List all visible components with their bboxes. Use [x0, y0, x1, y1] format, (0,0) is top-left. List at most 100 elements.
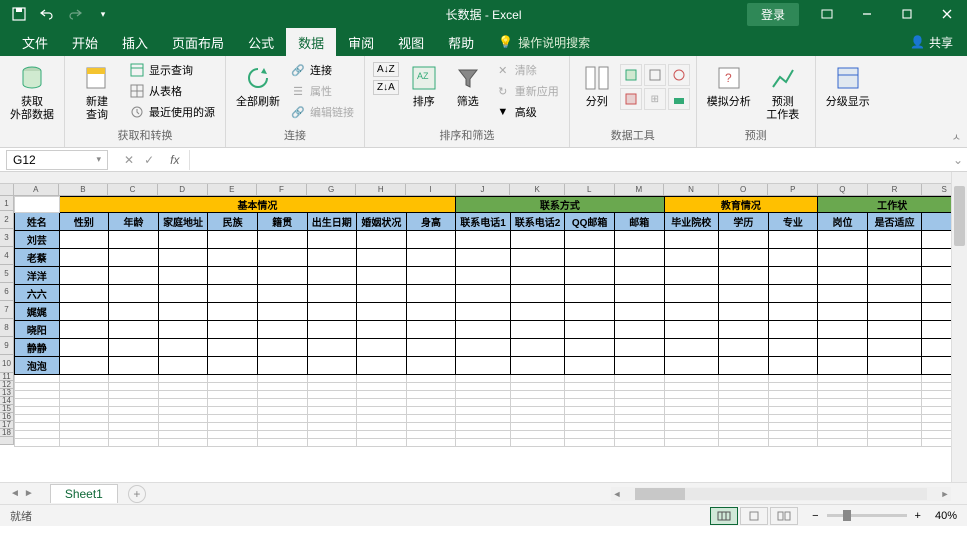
data-cell[interactable] [510, 231, 565, 249]
data-cell[interactable]: 晓阳 [15, 321, 60, 339]
empty-cell[interactable] [456, 407, 511, 415]
data-cell[interactable] [818, 285, 868, 303]
data-cell[interactable] [357, 339, 407, 357]
data-cell[interactable] [456, 339, 511, 357]
column-header-cell[interactable]: 专业 [768, 213, 818, 231]
data-cell[interactable] [818, 339, 868, 357]
column-headers[interactable]: ABCDEFGHIJKLMNOPQRS [0, 184, 967, 196]
empty-cell[interactable] [158, 407, 208, 415]
group-header-cell[interactable]: 教育情况 [664, 197, 818, 213]
empty-cell[interactable] [719, 431, 769, 439]
column-header-cell[interactable]: 出生日期 [307, 213, 357, 231]
data-cell[interactable] [614, 357, 664, 375]
col-header[interactable]: C [108, 184, 158, 196]
empty-cell[interactable] [406, 391, 456, 399]
empty-cell[interactable] [719, 399, 769, 407]
data-cell[interactable] [565, 285, 615, 303]
empty-cell[interactable] [109, 415, 159, 423]
empty-cell[interactable] [719, 415, 769, 423]
col-header[interactable]: N [664, 184, 719, 196]
empty-cell[interactable] [257, 375, 307, 383]
sheet-tab-1[interactable]: Sheet1 [50, 484, 118, 503]
qat-dropdown-icon[interactable]: ▾ [90, 2, 116, 26]
empty-cell[interactable] [307, 423, 357, 431]
collapse-ribbon-icon[interactable]: ㅅ [952, 129, 961, 144]
data-cell[interactable] [614, 267, 664, 285]
data-cell[interactable] [565, 249, 615, 267]
empty-cell[interactable] [768, 431, 818, 439]
empty-cell[interactable] [510, 399, 565, 407]
empty-cell[interactable] [257, 439, 307, 447]
zoom-in-button[interactable]: + [915, 510, 921, 522]
data-cell[interactable] [257, 321, 307, 339]
data-cell[interactable] [456, 303, 511, 321]
data-cell[interactable] [59, 231, 109, 249]
data-val-button[interactable] [668, 64, 690, 86]
properties-button[interactable]: ☰属性 [286, 81, 358, 101]
data-cell[interactable] [565, 267, 615, 285]
empty-cell[interactable] [257, 423, 307, 431]
empty-cell[interactable] [59, 423, 109, 431]
data-cell[interactable] [158, 249, 208, 267]
empty-cell[interactable] [664, 383, 719, 391]
data-cell[interactable] [818, 357, 868, 375]
data-cell[interactable] [307, 321, 357, 339]
empty-cell[interactable] [867, 399, 922, 407]
col-header[interactable]: H [356, 184, 406, 196]
empty-cell[interactable] [59, 383, 109, 391]
empty-cell[interactable] [510, 391, 565, 399]
empty-cell[interactable] [15, 375, 60, 383]
consolidate-button[interactable] [620, 88, 642, 110]
tab-file[interactable]: 文件 [10, 28, 60, 56]
empty-cell[interactable] [614, 431, 664, 439]
empty-cell[interactable] [208, 383, 258, 391]
col-header[interactable]: G [307, 184, 357, 196]
empty-cell[interactable] [867, 423, 922, 431]
empty-cell[interactable] [109, 375, 159, 383]
name-box[interactable]: G12 ▾ [6, 150, 108, 170]
empty-cell[interactable] [565, 391, 615, 399]
data-cell[interactable] [510, 249, 565, 267]
data-cell[interactable] [768, 357, 818, 375]
data-cell[interactable] [307, 249, 357, 267]
data-cell[interactable] [357, 249, 407, 267]
forecast-button[interactable]: 预测 工作表 [757, 60, 809, 124]
tab-formulas[interactable]: 公式 [236, 28, 286, 56]
empty-cell[interactable] [565, 375, 615, 383]
data-cell[interactable] [818, 303, 868, 321]
data-cell[interactable] [158, 231, 208, 249]
data-cell[interactable] [59, 339, 109, 357]
sort-button[interactable]: AZ 排序 [403, 60, 445, 111]
empty-cell[interactable] [59, 391, 109, 399]
empty-cell[interactable] [510, 431, 565, 439]
new-query-button[interactable]: 新建 查询 [71, 60, 123, 124]
data-cell[interactable] [719, 249, 769, 267]
empty-cell[interactable] [59, 399, 109, 407]
empty-cell[interactable] [406, 431, 456, 439]
empty-cell[interactable] [768, 439, 818, 447]
data-grid[interactable]: 基本情况联系方式教育情况工作状姓名性别年龄家庭地址民族籍贯出生日期婚姻状况身高联… [14, 196, 967, 447]
undo-icon[interactable] [34, 2, 60, 26]
edit-links-button[interactable]: 🔗编辑链接 [286, 102, 358, 122]
data-cell[interactable] [867, 339, 922, 357]
data-cell[interactable] [357, 285, 407, 303]
empty-cell[interactable] [257, 383, 307, 391]
empty-cell[interactable] [719, 439, 769, 447]
empty-cell[interactable] [208, 431, 258, 439]
page-layout-button[interactable] [740, 507, 768, 525]
empty-cell[interactable] [614, 423, 664, 431]
zoom-out-button[interactable]: − [812, 510, 818, 522]
column-header-cell[interactable]: 岗位 [818, 213, 868, 231]
empty-cell[interactable] [818, 383, 868, 391]
normal-view-button[interactable] [710, 507, 738, 525]
empty-cell[interactable] [768, 391, 818, 399]
group-header-cell[interactable]: 联系方式 [456, 197, 664, 213]
data-cell[interactable] [307, 285, 357, 303]
empty-cell[interactable] [208, 391, 258, 399]
data-cell[interactable] [406, 357, 456, 375]
data-cell[interactable] [719, 267, 769, 285]
grid-body[interactable]: ABCDEFGHIJKLMNOPQRS 12345678910111213141… [0, 172, 967, 482]
formula-input[interactable] [189, 150, 949, 170]
data-cell[interactable] [456, 321, 511, 339]
empty-cell[interactable] [664, 391, 719, 399]
